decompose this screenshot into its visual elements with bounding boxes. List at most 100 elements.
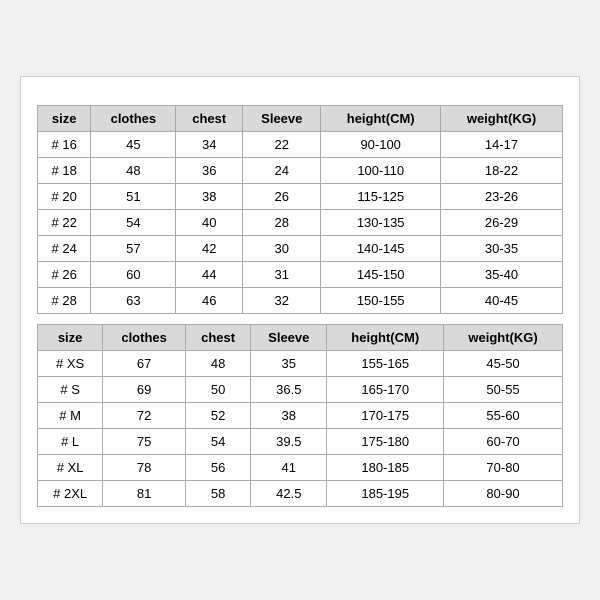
table-cell: 42 [176,236,243,262]
table-cell: 38 [176,184,243,210]
table-cell: 31 [243,262,321,288]
table-row: # 26604431145-15035-40 [38,262,563,288]
table-cell: 35-40 [441,262,563,288]
table-cell: 130-135 [321,210,441,236]
table-cell: 44 [176,262,243,288]
table-cell: 38 [251,403,327,429]
table-cell: 145-150 [321,262,441,288]
table-cell: 81 [103,481,186,507]
table2-header-row: sizeclotheschestSleeveheight(CM)weight(K… [38,325,563,351]
table-cell: 35 [251,351,327,377]
size-chart-card: sizeclotheschestSleeveheight(CM)weight(K… [20,76,580,524]
table-row: # XS674835155-16545-50 [38,351,563,377]
table-cell: 78 [103,455,186,481]
table-row: # 2XL815842.5185-19580-90 [38,481,563,507]
table-cell: 52 [185,403,250,429]
table-row: # 1645342290-10014-17 [38,132,563,158]
table-cell: # 24 [38,236,91,262]
table-cell: 56 [185,455,250,481]
table1-header: sizeclotheschestSleeveheight(CM)weight(K… [38,106,563,132]
table-cell: # 26 [38,262,91,288]
table1-col-header: weight(KG) [441,106,563,132]
table2-col-header: chest [185,325,250,351]
table-cell: 58 [185,481,250,507]
table-cell: 63 [91,288,176,314]
table-cell: # 22 [38,210,91,236]
table-row: # L755439.5175-18060-70 [38,429,563,455]
size-table-1: sizeclotheschestSleeveheight(CM)weight(K… [37,105,563,314]
table-cell: 80-90 [444,481,563,507]
table-row: # 28634632150-15540-45 [38,288,563,314]
table-cell: 30-35 [441,236,563,262]
table2-col-header: Sleeve [251,325,327,351]
table-cell: 40-45 [441,288,563,314]
table-cell: 34 [176,132,243,158]
table-cell: 51 [91,184,176,210]
table-cell: 170-175 [327,403,444,429]
table-cell: 60 [91,262,176,288]
table-cell: 32 [243,288,321,314]
table-cell: 72 [103,403,186,429]
table-cell: 75 [103,429,186,455]
table-cell: 28 [243,210,321,236]
table-cell: 45-50 [444,351,563,377]
table-row: # M725238170-17555-60 [38,403,563,429]
table-cell: # XS [38,351,103,377]
table-cell: 48 [91,158,176,184]
table-cell: 115-125 [321,184,441,210]
table-cell: 57 [91,236,176,262]
table-cell: 54 [91,210,176,236]
table1-col-header: chest [176,106,243,132]
table-cell: # S [38,377,103,403]
table-cell: 36 [176,158,243,184]
table-cell: 54 [185,429,250,455]
table2-col-header: clothes [103,325,186,351]
table-gap [37,314,563,324]
table-cell: # 20 [38,184,91,210]
table1-col-header: Sleeve [243,106,321,132]
table-cell: 90-100 [321,132,441,158]
table-row: # XL785641180-18570-80 [38,455,563,481]
table-cell: 14-17 [441,132,563,158]
table-cell: # 16 [38,132,91,158]
table-cell: 150-155 [321,288,441,314]
table-cell: 70-80 [444,455,563,481]
size-table-2: sizeclotheschestSleeveheight(CM)weight(K… [37,324,563,507]
table-cell: 50 [185,377,250,403]
table-cell: # L [38,429,103,455]
table-cell: 26 [243,184,321,210]
table-cell: 50-55 [444,377,563,403]
table2-col-header: height(CM) [327,325,444,351]
table-cell: 185-195 [327,481,444,507]
table-cell: 30 [243,236,321,262]
table-cell: # M [38,403,103,429]
table2-col-header: weight(KG) [444,325,563,351]
table-cell: 22 [243,132,321,158]
table2-header: sizeclotheschestSleeveheight(CM)weight(K… [38,325,563,351]
table1-col-header: clothes [91,106,176,132]
table-cell: 26-29 [441,210,563,236]
table-cell: 175-180 [327,429,444,455]
table-cell: # XL [38,455,103,481]
table-cell: 41 [251,455,327,481]
table-cell: 23-26 [441,184,563,210]
table-cell: 42.5 [251,481,327,507]
table-cell: 18-22 [441,158,563,184]
table-row: # 20513826115-12523-26 [38,184,563,210]
table-row: # S695036.5165-17050-55 [38,377,563,403]
table1-col-header: size [38,106,91,132]
table-cell: 60-70 [444,429,563,455]
table-cell: 45 [91,132,176,158]
table-row: # 18483624100-11018-22 [38,158,563,184]
table2-col-header: size [38,325,103,351]
table-cell: 67 [103,351,186,377]
table-cell: 100-110 [321,158,441,184]
table-cell: 46 [176,288,243,314]
table-cell: 55-60 [444,403,563,429]
table-cell: 48 [185,351,250,377]
table2-body: # XS674835155-16545-50# S695036.5165-170… [38,351,563,507]
table1-header-row: sizeclotheschestSleeveheight(CM)weight(K… [38,106,563,132]
table1-col-header: height(CM) [321,106,441,132]
table-cell: 39.5 [251,429,327,455]
table-cell: 40 [176,210,243,236]
